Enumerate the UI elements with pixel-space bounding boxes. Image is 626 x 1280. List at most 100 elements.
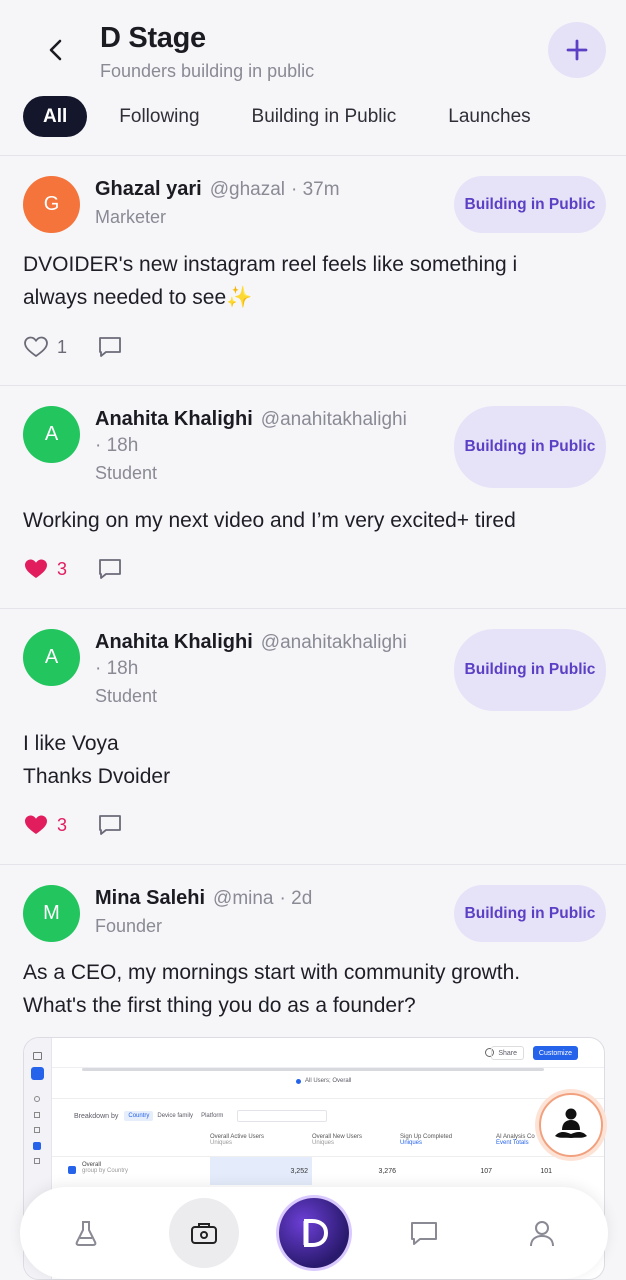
post-text: DVOIDER's new instagram reel feels like … (23, 253, 518, 309)
category-badge[interactable]: Building in Public (454, 176, 606, 233)
category-badge[interactable]: Building in Public (454, 406, 606, 488)
table-values: 3,252 3,276 107 101 (210, 1168, 604, 1175)
filter-tabs: All Following Building in Public Launche… (23, 96, 563, 137)
post-meta: Anahita Khalighi @anahitakhalighi · 18h S… (95, 407, 436, 486)
like-button[interactable]: 1 (23, 335, 67, 359)
post-text: Working on my next video and I’m very ex… (23, 509, 516, 532)
image-legend: All Users; Overall (296, 1078, 351, 1084)
author-handle[interactable]: @ghazal (210, 179, 285, 200)
flask-icon (75, 1221, 97, 1246)
row-sub: group by Country (82, 1168, 129, 1174)
table-row: Overall group by Country (68, 1162, 128, 1174)
heart-icon (25, 815, 47, 834)
filter-chip: Country (124, 1111, 154, 1121)
cell: 101 (540, 1168, 552, 1175)
post-card[interactable]: G Ghazal yari @ghazal · 37m Marketer Build… (0, 156, 626, 386)
nav-profile[interactable] (519, 1210, 565, 1256)
image-breakdown-bar: Breakdown by Country Device family Platf… (74, 1110, 328, 1122)
plus-icon (566, 39, 588, 61)
comment-button[interactable] (97, 556, 123, 582)
post-card[interactable]: A Anahita Khalighi @anahitakhalighi · 18h… (0, 609, 626, 865)
author-name[interactable]: Ghazal yari (95, 178, 202, 200)
nav-chat[interactable] (401, 1210, 447, 1256)
post-time: · 2d (279, 888, 313, 909)
cell: 3,252 (290, 1168, 308, 1175)
nav-home[interactable] (279, 1198, 349, 1268)
author-name[interactable]: Anahita Khalighi (95, 631, 253, 653)
author-role: Founder (95, 916, 163, 936)
like-button[interactable]: 3 (23, 813, 67, 837)
post-actions: 1 (23, 332, 153, 362)
avatar[interactable]: M (23, 885, 80, 942)
comment-button[interactable] (97, 812, 123, 838)
share-label: Share (498, 1049, 517, 1057)
tab-following[interactable]: Following (99, 96, 219, 137)
like-count: 1 (57, 336, 68, 357)
post-meta: Ghazal yari @ghazal · 37m Marketer (95, 177, 456, 230)
post-actions: 3 (23, 810, 153, 840)
like-count: 3 (57, 814, 68, 835)
profile-icon (530, 1221, 554, 1247)
chat-icon (411, 1222, 437, 1245)
breakdown-label: Breakdown by (74, 1112, 119, 1120)
tab-building-in-public[interactable]: Building in Public (232, 96, 417, 137)
post-time: · 18h (95, 435, 139, 456)
author-handle[interactable]: @anahitakhalighi (261, 632, 407, 653)
like-button[interactable]: 3 (23, 557, 67, 581)
author-role: Student (95, 463, 158, 483)
author-handle[interactable]: @mina (213, 888, 273, 909)
page-subtitle: Founders building in public (100, 61, 315, 81)
cell: 3,276 (378, 1168, 396, 1175)
post-meta: Anahita Khalighi @anahitakhalighi · 18h S… (95, 630, 436, 709)
post-card[interactable]: A Anahita Khalighi @anahitakhalighi · 18h… (0, 386, 626, 609)
filter-chip: Device family (157, 1113, 194, 1119)
comment-icon (99, 815, 121, 835)
post-text-line: Thanks Dvoider (23, 765, 171, 788)
customize-label: Customize (538, 1049, 572, 1057)
author-name[interactable]: Mina Salehi (95, 887, 205, 909)
author-handle[interactable]: @anahitakhalighi (261, 409, 407, 430)
post-time: · 37m (291, 179, 340, 200)
author-role: Marketer (95, 207, 167, 227)
column-sub: Uniques (312, 1140, 335, 1146)
back-button[interactable] (38, 32, 74, 68)
category-badge[interactable]: Building in Public (454, 885, 606, 942)
nav-lab[interactable] (63, 1210, 109, 1256)
avatar[interactable]: A (23, 629, 80, 686)
author-name[interactable]: Anahita Khalighi (95, 408, 253, 430)
category-badge[interactable]: Building in Public (454, 629, 606, 711)
bottom-nav (20, 1187, 608, 1279)
post-text: I like Voya Thanks Dvoider (23, 727, 586, 793)
post-meta: Mina Salehi @mina · 2d Founder (95, 886, 456, 939)
image-scrollbar (82, 1068, 544, 1071)
column-sub: Uniques (210, 1140, 233, 1146)
tab-all[interactable]: All (23, 96, 88, 137)
comment-button[interactable] (97, 334, 123, 360)
heart-icon (24, 336, 48, 357)
avatar[interactable]: A (23, 406, 80, 463)
column-sub: Uniques (400, 1140, 423, 1146)
add-post-button[interactable] (548, 22, 606, 78)
legend-label: All Users; Overall (305, 1078, 352, 1084)
post-actions: 3 (23, 554, 153, 584)
camera-briefcase-icon (191, 1223, 217, 1244)
tab-launches[interactable]: Launches (428, 96, 550, 137)
dvoider-logo-icon (303, 1219, 329, 1247)
cell: 107 (480, 1168, 492, 1175)
filter-chip: Platform (201, 1113, 224, 1119)
post-text: As a CEO, my mornings start with communi… (23, 961, 521, 1017)
nav-camera[interactable] (169, 1198, 239, 1268)
post-text-line: I like Voya (23, 732, 119, 755)
image-topbar: Share Customize (52, 1038, 604, 1068)
page-header: D Stage Founders building in public All … (0, 0, 626, 156)
assistant-bot-button[interactable] (539, 1093, 603, 1157)
like-count: 3 (57, 558, 68, 579)
avatar[interactable]: G (23, 176, 80, 233)
author-role: Student (95, 686, 158, 706)
chevron-left-icon (49, 39, 62, 61)
page-title: D Stage (100, 22, 206, 54)
comment-icon (99, 559, 121, 579)
comment-icon (99, 337, 121, 357)
meditating-bot-icon (555, 1108, 587, 1138)
post-time: · 18h (95, 658, 139, 679)
